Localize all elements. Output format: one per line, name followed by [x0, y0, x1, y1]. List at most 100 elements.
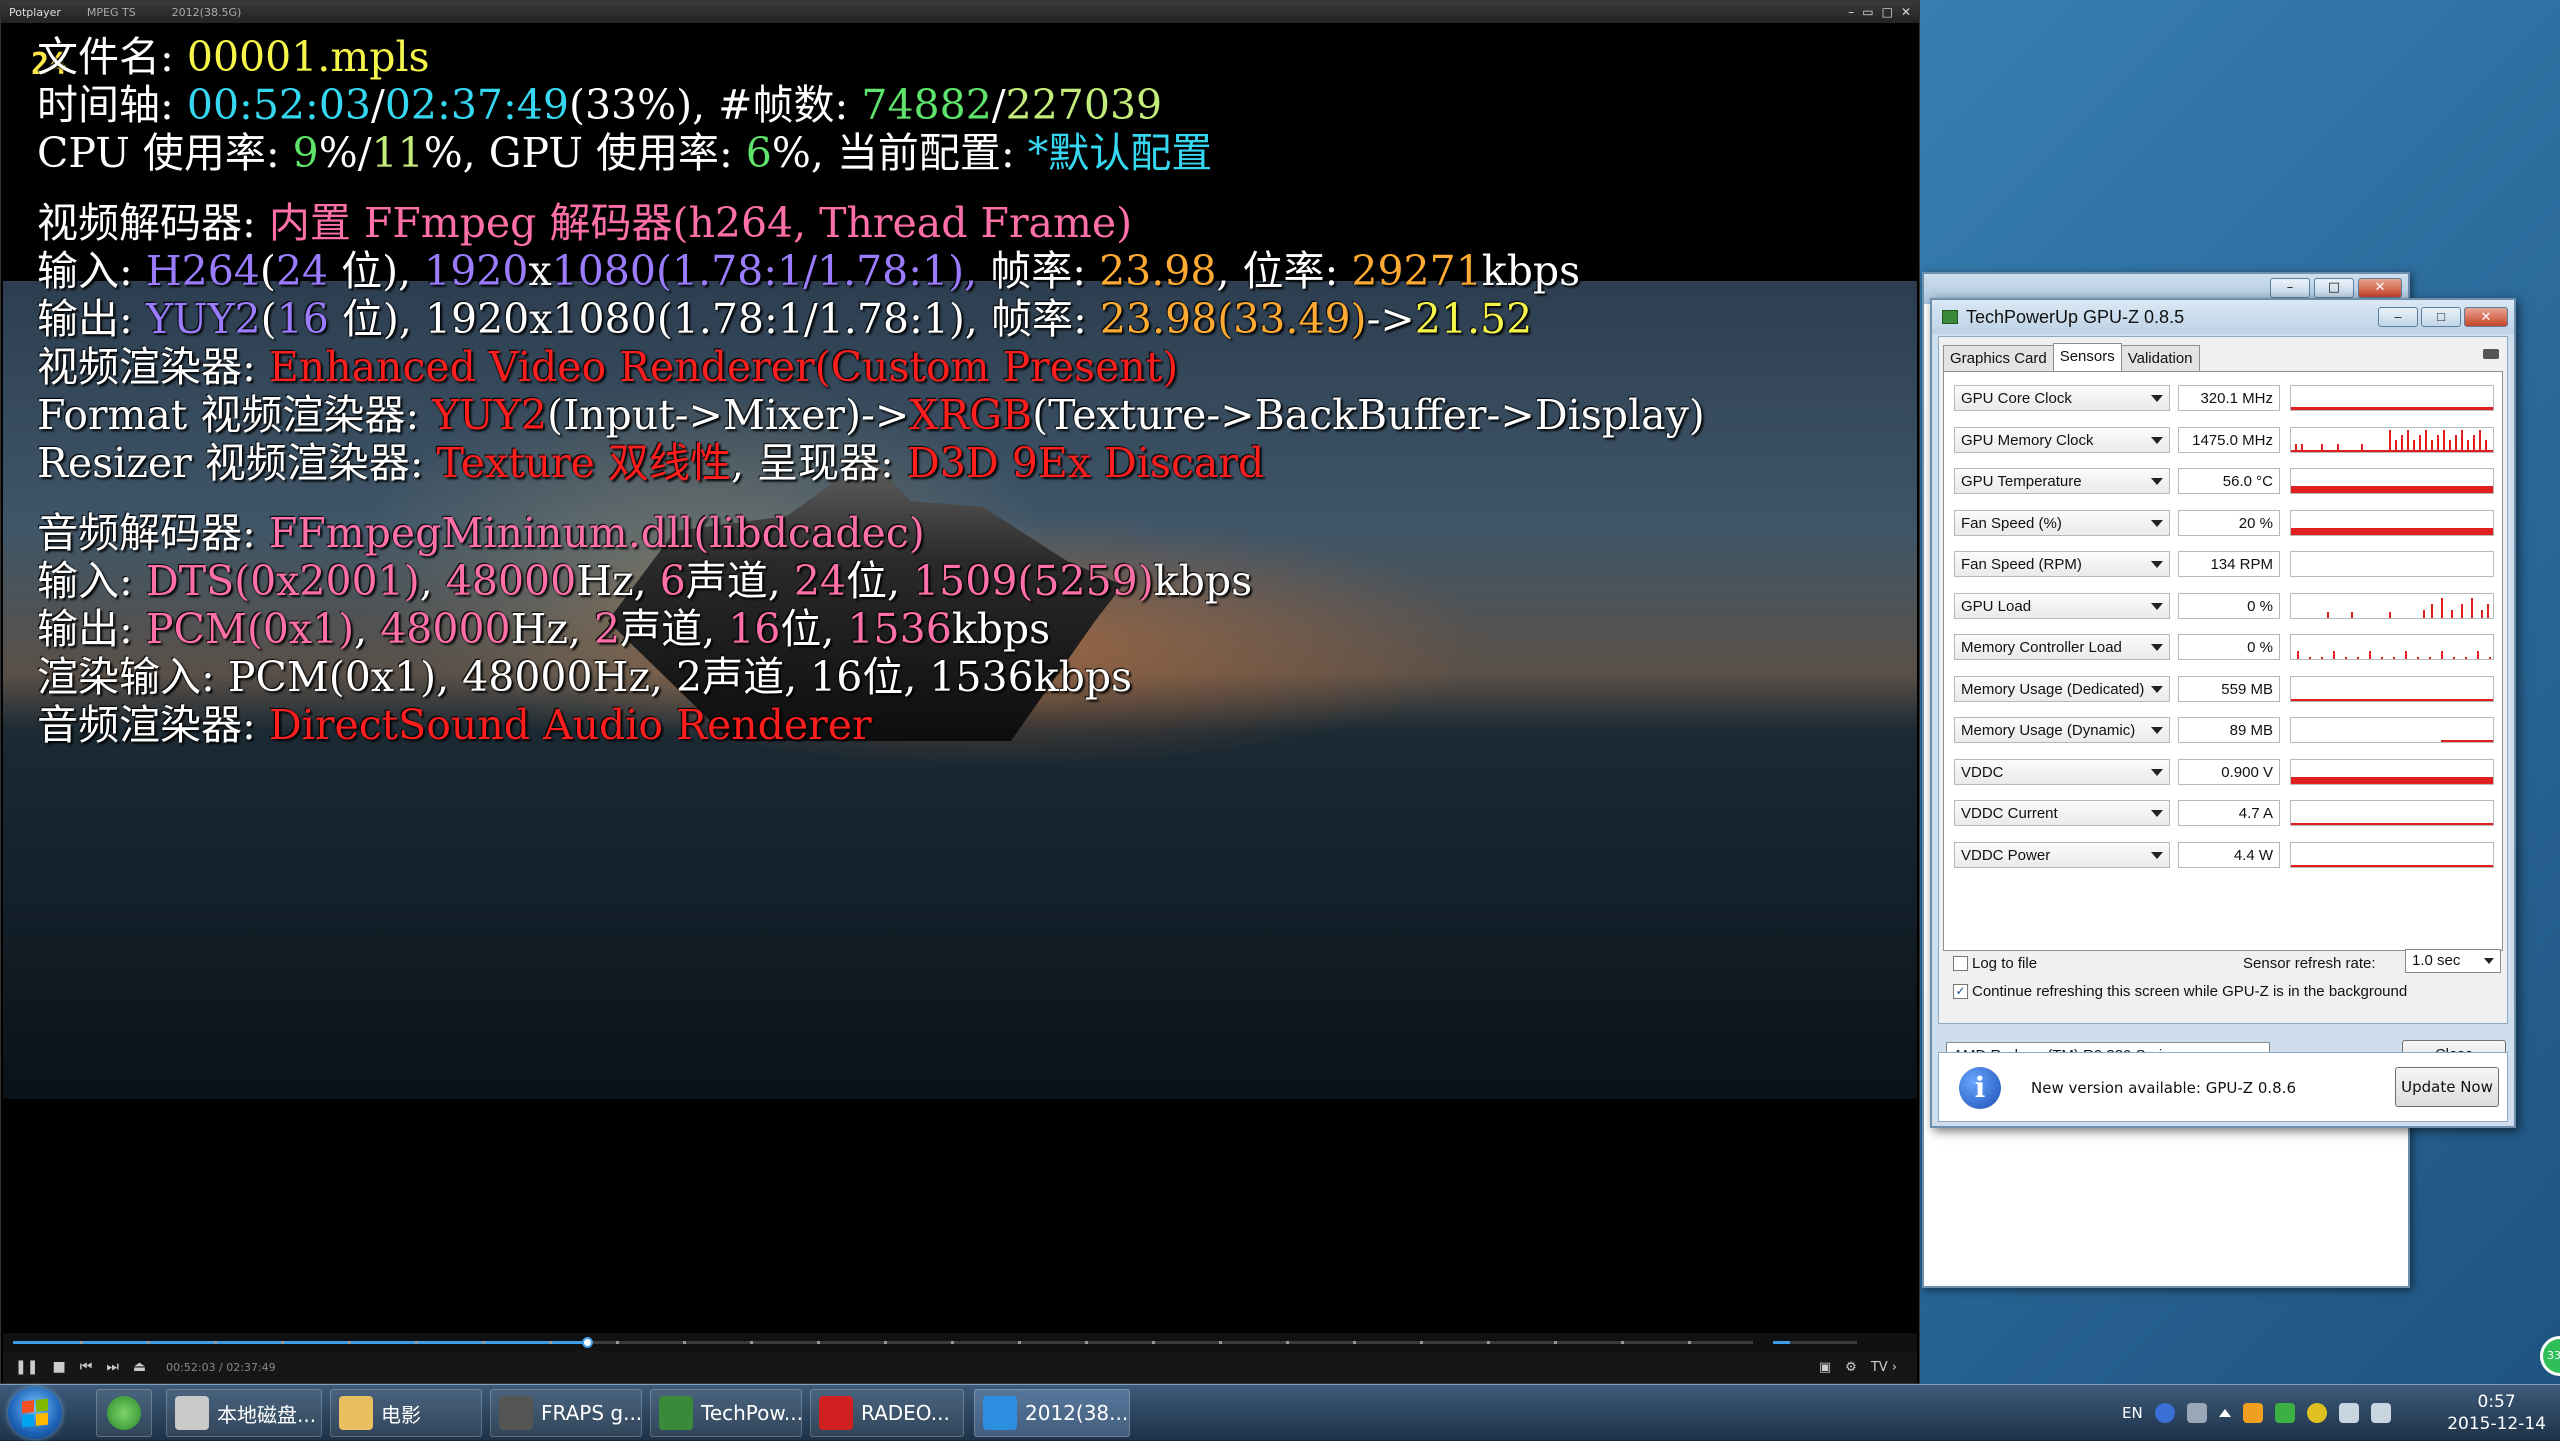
- taskbar-pinned-ie[interactable]: [96, 1389, 152, 1437]
- chapter-marker[interactable]: [1420, 1341, 1423, 1344]
- update-now-button[interactable]: Update Now: [2395, 1067, 2499, 1107]
- chapter-marker[interactable]: [616, 1341, 619, 1344]
- osd-frames-total: 227039: [1005, 81, 1163, 129]
- potplayer-titlebar[interactable]: Potplayer MPEG TS 2012(38.5G) – ▭ □ ✕: [1, 1, 1919, 23]
- sensor-name-select[interactable]: Memory Controller Load: [1954, 634, 2170, 660]
- gpuz-titlebar[interactable]: TechPowerUp GPU-Z 0.8.5 – □ ✕: [1932, 300, 2514, 334]
- close-button[interactable]: ✕: [1901, 5, 1911, 19]
- sensor-name-select[interactable]: VDDC: [1954, 758, 2170, 785]
- chapter-marker[interactable]: [951, 1341, 954, 1344]
- refresh-rate-select[interactable]: 1.0 sec: [2405, 949, 2501, 973]
- start-button[interactable]: [8, 1387, 62, 1439]
- security-shield-icon[interactable]: [2274, 1403, 2295, 1423]
- qq-icon[interactable]: [2242, 1403, 2263, 1423]
- potplayer-menu-button[interactable]: Potplayer: [1, 6, 69, 19]
- chapter-marker[interactable]: [1353, 1341, 1356, 1344]
- camera-icon[interactable]: [2483, 349, 2499, 359]
- pen-icon[interactable]: [2186, 1403, 2207, 1423]
- volume-slider[interactable]: [1773, 1341, 1857, 1344]
- tv-button[interactable]: TV ›: [1871, 1360, 1897, 1375]
- network-icon[interactable]: [2338, 1403, 2359, 1423]
- sensor-value: 320.1 MHz: [2178, 385, 2280, 411]
- maximize-button[interactable]: □: [2421, 307, 2461, 327]
- continue-refresh-option[interactable]: ✓ Continue refreshing this screen while …: [1953, 983, 2407, 1000]
- seek-handle[interactable]: [582, 1337, 594, 1348]
- graph-spike: [2441, 597, 2443, 618]
- eject-icon[interactable]: ⏏: [133, 1359, 146, 1375]
- chapter-marker[interactable]: [348, 1341, 351, 1344]
- osd-label: , 呈现器:: [730, 439, 907, 487]
- graph-spike: [2449, 439, 2451, 452]
- taskbar-item[interactable]: 电影: [330, 1389, 482, 1437]
- mini-mode-button[interactable]: ▭: [1862, 5, 1873, 19]
- taskbar-item[interactable]: TechPow...: [650, 1389, 802, 1437]
- sensor-name-select[interactable]: VDDC Current: [1954, 800, 2170, 826]
- minimize-button[interactable]: –: [1848, 5, 1854, 19]
- clock[interactable]: 0:57 2015-12-14: [2447, 1391, 2546, 1435]
- chapter-marker[interactable]: [1219, 1341, 1222, 1344]
- chapter-marker[interactable]: [817, 1341, 820, 1344]
- seek-bar[interactable]: [3, 1333, 1917, 1351]
- chapter-marker[interactable]: [415, 1341, 418, 1344]
- chapter-marker[interactable]: [1487, 1341, 1490, 1344]
- taskbar-item[interactable]: 2012(38...: [974, 1389, 1130, 1437]
- chapter-marker[interactable]: [147, 1341, 150, 1344]
- continue-refresh-checkbox[interactable]: ✓: [1953, 984, 1968, 999]
- screen-icon[interactable]: ▣: [1819, 1360, 1831, 1375]
- sensor-row: GPU Core Clock 320.1 MHz: [1954, 382, 2496, 414]
- tab-validation[interactable]: Validation: [2120, 345, 2200, 373]
- stop-icon[interactable]: ■: [52, 1359, 65, 1375]
- sensor-name-select[interactable]: GPU Core Clock: [1954, 385, 2170, 411]
- chapter-marker[interactable]: [1286, 1341, 1289, 1344]
- sensor-name-select[interactable]: Memory Usage (Dynamic): [1954, 717, 2170, 743]
- taskbar-item[interactable]: 本地磁盘...: [166, 1389, 322, 1437]
- previous-icon[interactable]: ⏮: [80, 1359, 93, 1375]
- drive-icon: [175, 1396, 209, 1430]
- help-icon[interactable]: [2154, 1403, 2175, 1423]
- maximize-button[interactable]: □: [1882, 5, 1893, 19]
- chapter-marker[interactable]: [1621, 1341, 1624, 1344]
- tab-sensors[interactable]: Sensors: [2052, 343, 2122, 371]
- sensor-name-select[interactable]: VDDC Power: [1954, 841, 2170, 868]
- taskbar-item[interactable]: RADEO...: [810, 1389, 964, 1437]
- chapter-marker[interactable]: [750, 1341, 753, 1344]
- chapter-marker[interactable]: [1085, 1341, 1088, 1344]
- chapter-marker[interactable]: [549, 1341, 552, 1344]
- maximize-button[interactable]: □: [2314, 278, 2354, 298]
- chapter-marker[interactable]: [1018, 1341, 1021, 1344]
- chapter-marker[interactable]: [80, 1341, 83, 1344]
- log-to-file-checkbox[interactable]: [1953, 956, 1968, 971]
- sensor-name-select[interactable]: GPU Temperature: [1954, 468, 2170, 494]
- chapter-marker[interactable]: [1152, 1341, 1155, 1344]
- close-button[interactable]: ✕: [2358, 278, 2402, 298]
- minimize-button[interactable]: –: [2270, 278, 2310, 298]
- log-to-file-option[interactable]: Log to file: [1953, 955, 2037, 972]
- tab-graphics-card[interactable]: Graphics Card: [1943, 345, 2054, 373]
- osd-sep: %/: [318, 129, 372, 177]
- chapter-marker[interactable]: [1688, 1341, 1691, 1344]
- gear-icon[interactable]: ⚙: [1845, 1360, 1857, 1375]
- sensor-name-select[interactable]: Memory Usage (Dedicated): [1954, 675, 2170, 702]
- next-icon[interactable]: ⏭: [106, 1359, 119, 1375]
- close-button[interactable]: ✕: [2464, 307, 2508, 327]
- show-hidden-icons-icon[interactable]: [2218, 1409, 2231, 1417]
- sensor-name-select[interactable]: GPU Load: [1954, 592, 2170, 619]
- taskbar-item[interactable]: FRAPS g...: [490, 1389, 642, 1437]
- app-tray-icon[interactable]: [2306, 1403, 2327, 1423]
- sensor-name-select[interactable]: Fan Speed (%): [1954, 509, 2170, 536]
- video-area[interactable]: 24 文件名: 00001.mpls 时间轴: 00:52:03/02:37:4…: [3, 23, 1917, 1333]
- chapter-marker[interactable]: [1554, 1341, 1557, 1344]
- osd-video-input-row: 输入: H264(24 位), 1920x1080(1.78:1/1.78:1)…: [37, 247, 1705, 295]
- minimize-button[interactable]: –: [2378, 307, 2418, 327]
- pause-icon[interactable]: ❚❚: [15, 1359, 38, 1375]
- chapter-marker[interactable]: [683, 1341, 686, 1344]
- language-indicator[interactable]: EN: [2122, 1404, 2143, 1422]
- sensor-name-select[interactable]: Fan Speed (RPM): [1954, 551, 2170, 577]
- chapter-marker[interactable]: [214, 1341, 217, 1344]
- chapter-marker[interactable]: [482, 1341, 485, 1344]
- sensor-name-select[interactable]: GPU Memory Clock: [1954, 426, 2170, 453]
- chapter-marker[interactable]: [281, 1341, 284, 1344]
- seek-track[interactable]: [13, 1337, 1753, 1348]
- volume-icon[interactable]: [2370, 1403, 2391, 1423]
- chapter-marker[interactable]: [884, 1341, 887, 1344]
